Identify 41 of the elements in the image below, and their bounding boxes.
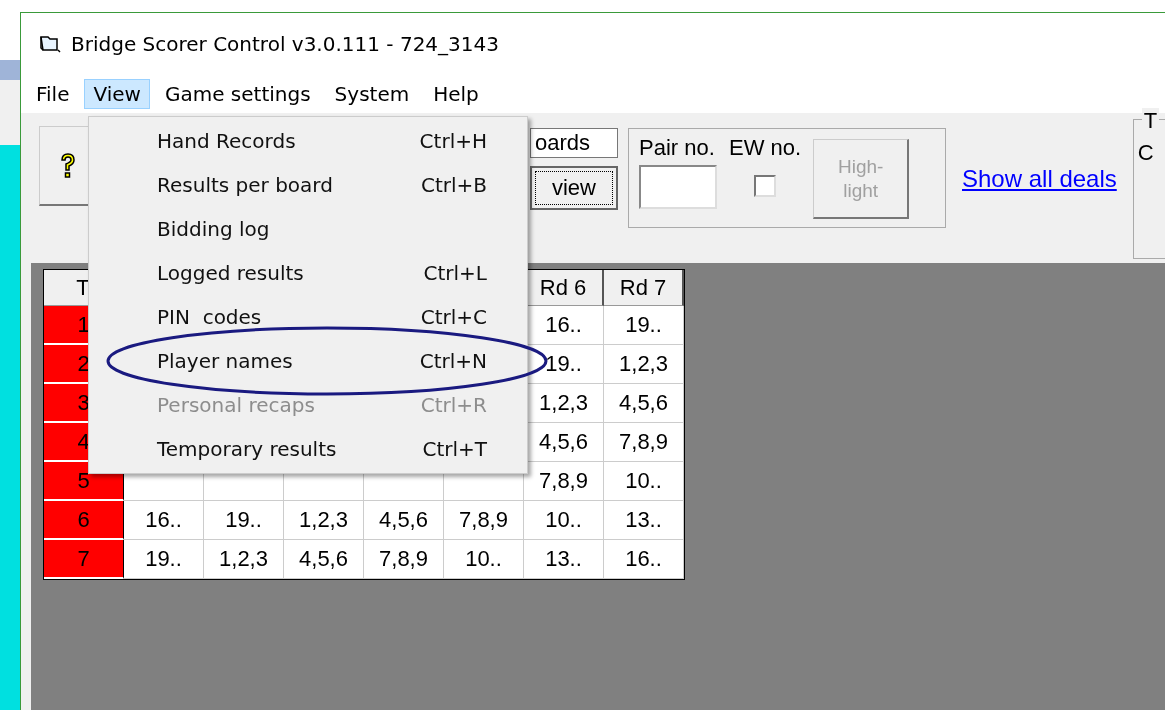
help-icon [58,151,77,180]
menu-item[interactable]: Hand Records Ctrl+H [89,119,527,163]
show-all-deals-link[interactable]: Show all deals [962,165,1117,193]
table-cell: 1,2,3 [204,540,284,579]
window-title: Bridge Scorer Control v3.0.111 - 724_3143 [71,32,499,56]
menu-item[interactable]: Game settings [155,79,320,109]
menu-item[interactable]: View [84,79,150,109]
table-cell: 13.. [524,540,604,579]
pair-label: Pair no. [639,135,715,161]
table-cell: 7,8,9 [604,423,684,462]
ew-label: EW no. [729,135,802,161]
table-cell: 16.. [124,501,204,540]
group-text: C [1137,140,1154,165]
table-cell: 19.. [604,306,684,345]
table-cell: 7,8,9 [364,540,444,579]
table-cell: 1,2,3 [604,345,684,384]
view-button[interactable]: view [530,166,618,210]
table-cell: 1,2,3 [284,501,364,540]
table-cell: 19.. [204,501,284,540]
table-cell: 10.. [444,540,524,579]
window-icon [39,34,61,54]
boards-button[interactable]: oards [530,128,618,158]
ew-checkbox[interactable] [754,175,777,197]
menu-item[interactable]: Help [424,79,488,109]
menu-item[interactable]: File [27,79,79,109]
column-header: Rd 7 [604,270,684,306]
menu-item[interactable]: System [325,79,419,109]
table-cell: 16.. [604,540,684,579]
table-cell: 19.. [124,540,204,579]
menu-item[interactable]: Bidding log [89,207,527,251]
table-cell: 7,8,9 [444,501,524,540]
table-cell: 10.. [524,501,604,540]
table-cell: 4,5,6 [604,384,684,423]
table-number-cell: 6 [44,501,124,540]
table-cell: 10.. [604,462,684,501]
table-cell: 4,5,6 [364,501,444,540]
table-number-cell: 7 [44,540,124,579]
pair-input-field[interactable] [639,165,717,209]
table-cell: 4,5,6 [284,540,364,579]
menu-item[interactable]: Results per board Ctrl+B [89,163,527,207]
table-cell: 13.. [604,501,684,540]
